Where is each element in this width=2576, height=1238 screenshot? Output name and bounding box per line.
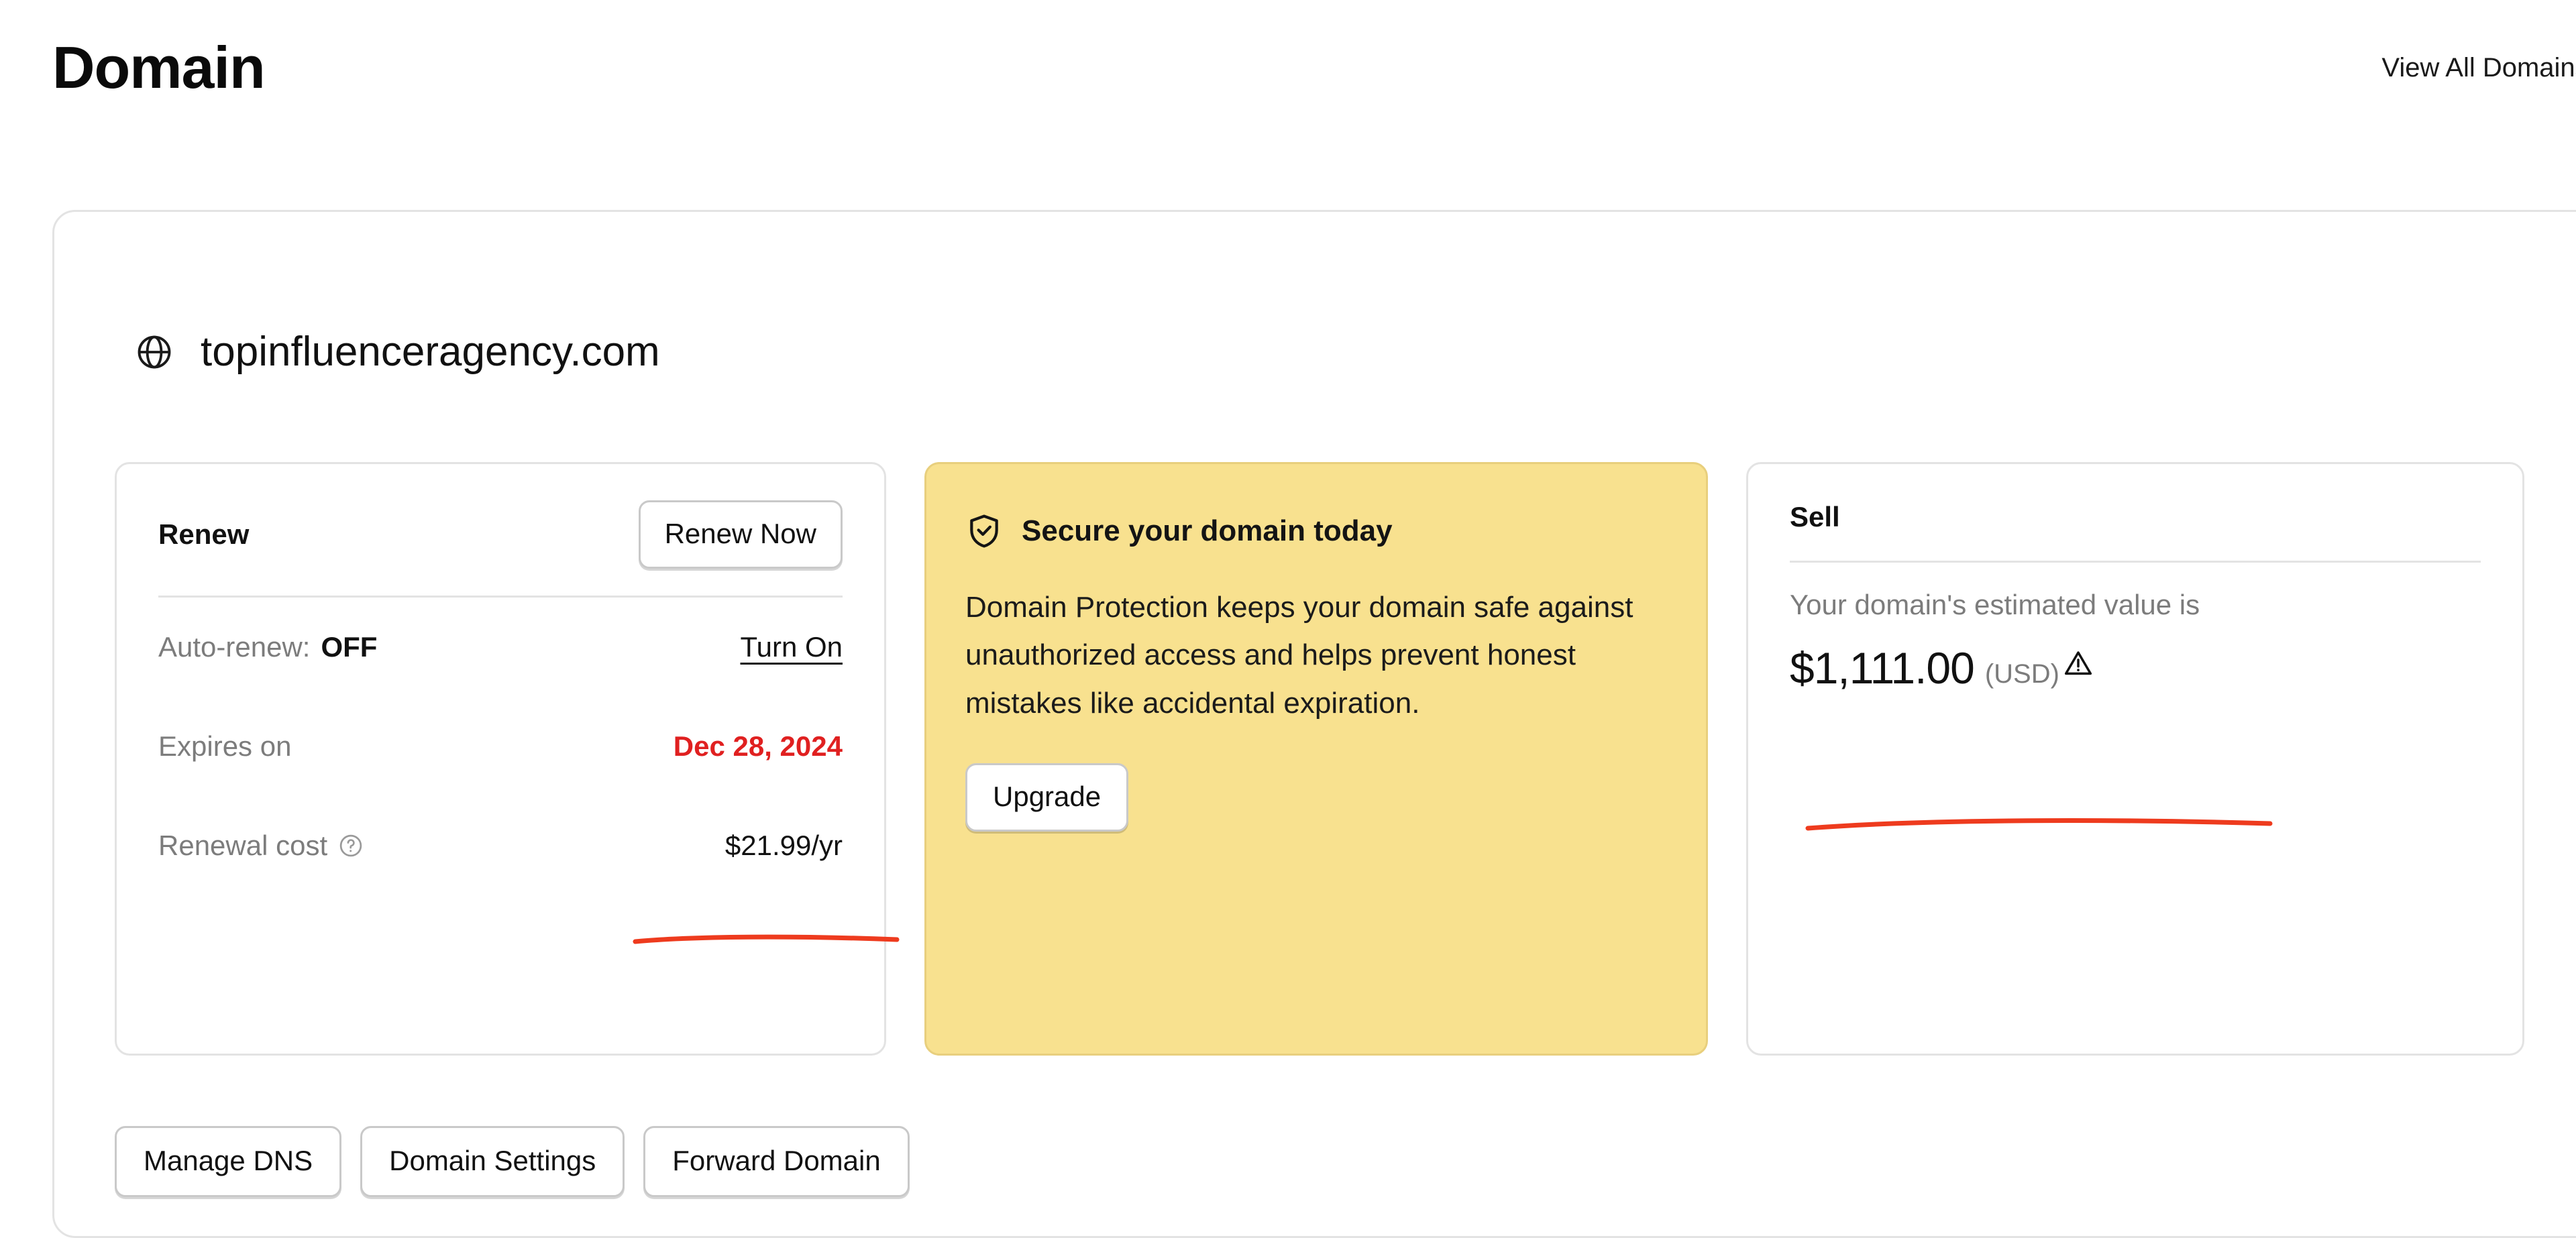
domain-name-row: topinfluenceragency.com — [135, 331, 660, 373]
auto-renew-row: Auto-renew: OFF Turn On — [158, 598, 843, 697]
bottom-actions: Manage DNS Domain Settings Forward Domai… — [115, 1126, 910, 1197]
turn-on-link[interactable]: Turn On — [741, 631, 843, 663]
page-title: Domain — [52, 34, 266, 101]
manage-dns-button[interactable]: Manage DNS — [115, 1126, 342, 1197]
shield-check-icon — [965, 512, 1003, 550]
secure-card-header: Secure your domain today — [965, 512, 1664, 550]
renew-now-button[interactable]: Renew Now — [638, 500, 843, 569]
sell-card-title: Sell — [1790, 501, 1840, 532]
expires-on-label: Expires on — [158, 730, 292, 762]
sell-card-subtitle: Your domain's estimated value is — [1790, 589, 2200, 620]
renewal-cost-row: Renewal cost $21.99/yr — [158, 796, 843, 895]
view-all-domains-label: View All Domains — [2381, 52, 2576, 82]
upgrade-button[interactable]: Upgrade — [965, 763, 1129, 832]
expires-on-row: Expires on Dec 28, 2024 — [158, 697, 843, 796]
renew-card: Renew Renew Now Auto-renew: OFF Turn On … — [115, 462, 886, 1056]
forward-domain-button[interactable]: Forward Domain — [643, 1126, 910, 1197]
cards-row: Renew Renew Now Auto-renew: OFF Turn On … — [115, 462, 2524, 1056]
secure-card-body: Domain Protection keeps your domain safe… — [965, 591, 1633, 720]
secure-card-title: Secure your domain today — [1022, 514, 1393, 547]
domain-page: Domain View All Domains › topinfluencera… — [0, 0, 2576, 1238]
sell-estimated-value: $1,111.00 — [1790, 643, 1975, 693]
view-all-domains-link[interactable]: View All Domains › — [2381, 53, 2576, 83]
expires-on-value: Dec 28, 2024 — [673, 730, 843, 762]
globe-icon — [135, 333, 174, 372]
renewal-cost-value: $21.99/yr — [724, 830, 843, 861]
auto-renew-value: OFF — [321, 631, 378, 663]
renewal-cost-key: Renewal cost — [158, 830, 328, 861]
sell-card: Sell Your domain's estimated value is $1… — [1746, 462, 2524, 1056]
renew-card-title: Renew — [158, 518, 250, 550]
sell-card-divider — [1790, 561, 2481, 563]
page-header: Domain View All Domains › — [52, 31, 2576, 105]
sell-currency-label: (USD) — [1984, 659, 2059, 689]
sell-estimated-value-row: $1,111.00 (USD) — [1790, 646, 2481, 690]
auto-renew-key: Auto-renew: — [158, 631, 311, 663]
auto-renew-label: Auto-renew: OFF — [158, 631, 377, 663]
renew-card-header: Renew Renew Now — [158, 500, 843, 569]
domain-panel: topinfluenceragency.com Renew Renew Now … — [52, 210, 2576, 1238]
help-circle-icon[interactable] — [338, 833, 364, 858]
renewal-cost-label: Renewal cost — [158, 830, 364, 862]
domain-settings-button[interactable]: Domain Settings — [360, 1126, 625, 1197]
warning-triangle-icon[interactable] — [2059, 651, 2093, 690]
domain-name: topinfluenceragency.com — [201, 329, 660, 375]
secure-domain-card: Secure your domain today Domain Protecti… — [924, 462, 1708, 1056]
